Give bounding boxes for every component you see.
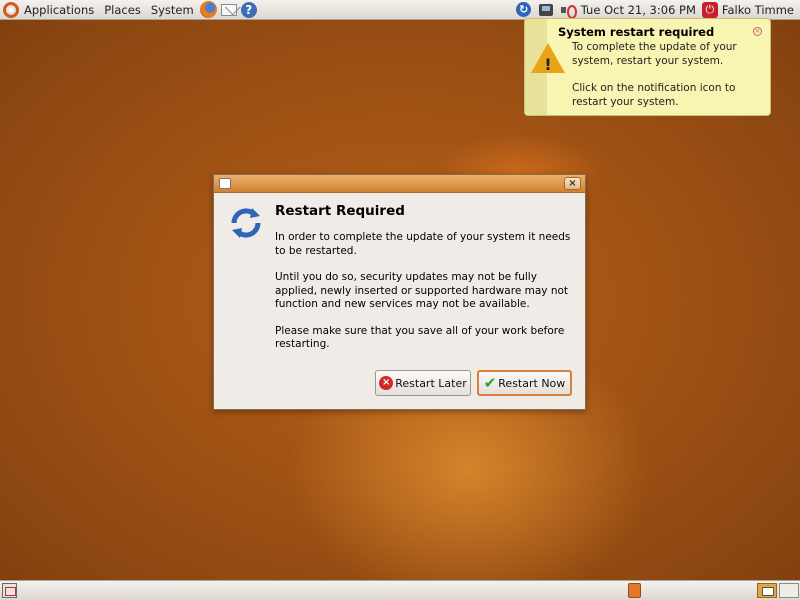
notification-close-icon[interactable]: × bbox=[753, 27, 762, 36]
dialog-heading: Restart Required bbox=[275, 203, 405, 219]
clock[interactable]: Tue Oct 21, 3:06 PM bbox=[579, 3, 702, 17]
workspace-switcher-1[interactable] bbox=[757, 583, 777, 598]
cancel-icon: × bbox=[379, 376, 394, 390]
user-switcher[interactable]: Falko Timme bbox=[722, 3, 800, 17]
notification-body-text-1: To complete the update of your system, r… bbox=[572, 41, 737, 67]
checkmark-icon: ✔ bbox=[483, 374, 497, 392]
refresh-icon bbox=[231, 208, 261, 238]
notification-title: System restart required bbox=[558, 25, 715, 39]
places-menu[interactable]: Places bbox=[99, 0, 146, 20]
restart-later-button[interactable]: × Restart Later bbox=[375, 370, 471, 396]
places-menu-label: Places bbox=[104, 2, 141, 17]
restart-later-label: Restart Later bbox=[395, 376, 467, 390]
warning-mark: ! bbox=[544, 55, 552, 74]
system-menu[interactable]: System bbox=[146, 0, 199, 20]
network-tray[interactable] bbox=[537, 1, 555, 19]
top-panel: Applications Places System ? ↻ Tue Oct 2… bbox=[0, 0, 800, 20]
volume-muted-icon bbox=[560, 3, 577, 19]
help-launcher[interactable]: ? bbox=[240, 1, 258, 19]
window-menu-icon[interactable] bbox=[219, 178, 231, 189]
show-desktop-icon[interactable] bbox=[2, 583, 17, 598]
restart-required-dialog: × Restart Required In order to complete … bbox=[213, 174, 586, 410]
applications-menu[interactable]: Applications bbox=[0, 0, 99, 20]
ubuntu-logo-icon bbox=[3, 1, 19, 18]
mail-launcher[interactable] bbox=[220, 1, 238, 19]
mail-icon bbox=[220, 3, 237, 16]
dialog-message: In order to complete the update of your … bbox=[275, 231, 575, 352]
dialog-close-button[interactable]: × bbox=[564, 177, 581, 190]
trash-icon[interactable] bbox=[628, 583, 641, 598]
dialog-titlebar[interactable]: × bbox=[214, 175, 585, 193]
bottom-panel bbox=[0, 580, 800, 600]
system-menu-label: System bbox=[150, 2, 194, 17]
notification-body-text-2: Click on the notification icon to restar… bbox=[572, 82, 736, 108]
dialog-paragraph-2: Until you do so, security updates may no… bbox=[275, 271, 569, 310]
firefox-icon bbox=[200, 1, 218, 18]
network-icon bbox=[538, 3, 553, 16]
dialog-paragraph-3: Please make sure that you save all of yo… bbox=[275, 324, 565, 351]
restart-now-label: Restart Now bbox=[498, 376, 566, 390]
update-notifier-tray[interactable]: ↻ bbox=[515, 1, 533, 19]
power-icon[interactable]: ⏻ bbox=[701, 1, 718, 18]
notification-bubble[interactable]: ! System restart required × To complete … bbox=[524, 18, 771, 116]
firefox-launcher[interactable] bbox=[200, 1, 218, 19]
refresh-icon: ↻ bbox=[516, 2, 532, 17]
workspace-switcher-2[interactable] bbox=[779, 583, 799, 598]
applications-menu-label: Applications bbox=[24, 2, 95, 17]
help-icon: ? bbox=[240, 1, 257, 18]
restart-now-button[interactable]: ✔ Restart Now bbox=[477, 370, 572, 396]
notification-body: To complete the update of your system, r… bbox=[572, 41, 768, 109]
dialog-paragraph-1: In order to complete the update of your … bbox=[275, 231, 571, 257]
volume-tray[interactable] bbox=[559, 1, 577, 19]
